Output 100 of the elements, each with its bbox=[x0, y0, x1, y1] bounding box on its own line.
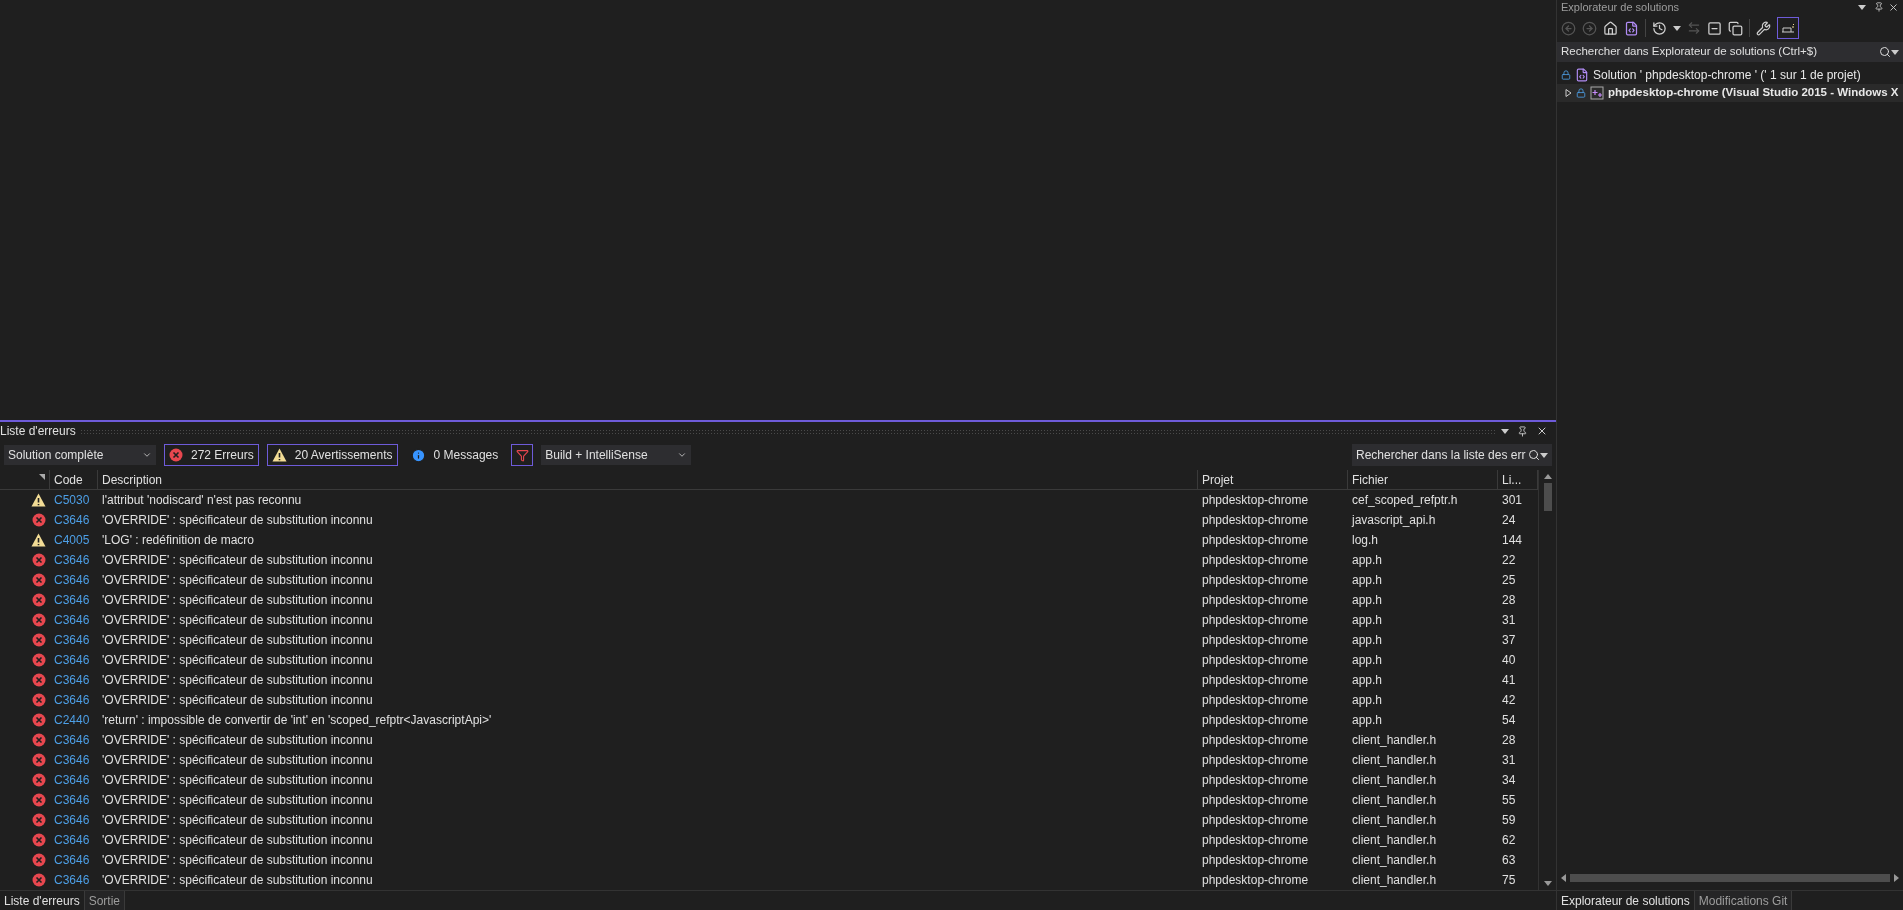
project-cell-text: phpdesktop-chrome bbox=[1201, 812, 1310, 829]
scrollbar-thumb[interactable] bbox=[1570, 874, 1890, 882]
error-code-link[interactable]: C3646 bbox=[50, 791, 98, 809]
search-field[interactable]: Rechercher dans la liste des err bbox=[1352, 444, 1552, 466]
solution-icon bbox=[1575, 68, 1589, 82]
caret-icon bbox=[142, 450, 152, 460]
error-code-link[interactable]: C3646 bbox=[50, 731, 98, 749]
project-cell-text: phpdesktop-chrome bbox=[1201, 592, 1310, 609]
scroll-down-arrow-icon[interactable] bbox=[1543, 881, 1552, 886]
column-header[interactable]: Fichier bbox=[1352, 470, 1388, 489]
error-code-link[interactable]: C3646 bbox=[50, 551, 98, 569]
error-code-link[interactable]: C3646 bbox=[50, 511, 98, 529]
file-cell-text: app.h bbox=[1351, 552, 1384, 569]
error-code-link[interactable]: C3646 bbox=[50, 811, 98, 829]
column-header[interactable]: Description bbox=[102, 470, 163, 489]
filter-icon bbox=[515, 448, 529, 462]
file-cell-text: client_handler.h bbox=[1351, 812, 1438, 829]
project-cell-text: phpdesktop-chrome bbox=[1201, 712, 1310, 729]
sort-icon[interactable] bbox=[39, 474, 45, 480]
scroll-up-arrow-icon[interactable] bbox=[1543, 474, 1552, 479]
description-cell-text: 'OVERRIDE' : spécificateur de substitution inconnu bbox=[101, 872, 374, 889]
preview-icon bbox=[1781, 23, 1795, 33]
error-code-link[interactable]: C3646 bbox=[50, 851, 98, 869]
line-cell-text: 31 bbox=[1501, 752, 1517, 769]
close-icon[interactable] bbox=[1888, 1, 1899, 13]
filter-toggle[interactable]: 20 Avertissements bbox=[266, 444, 398, 466]
file-cell-text: client_handler.h bbox=[1351, 752, 1438, 769]
error-code-link[interactable]: C3646 bbox=[50, 631, 98, 649]
preview-button[interactable] bbox=[1777, 17, 1799, 39]
file-cell-text: app.h bbox=[1351, 632, 1384, 649]
description-cell-text: l'attribut 'nodiscard' n'est pas reconnu bbox=[101, 492, 303, 509]
project-cell-text: phpdesktop-chrome bbox=[1201, 852, 1310, 869]
tree-item[interactable]: Solution ' phpdesktop-chrome ' (' 1 sur 1 de projet) bbox=[1593, 66, 1861, 84]
file-cell-text: app.h bbox=[1351, 652, 1384, 669]
line-cell-text: 34 bbox=[1501, 772, 1517, 789]
error-icon bbox=[169, 448, 183, 462]
pin-icon[interactable] bbox=[1517, 425, 1528, 437]
error-code-link[interactable]: C3646 bbox=[50, 751, 98, 769]
error-code-link[interactable]: C3646 bbox=[50, 611, 98, 629]
lock-icon bbox=[1561, 70, 1571, 80]
document-icon[interactable] bbox=[1624, 20, 1639, 36]
filter-toggle[interactable]: 272 Erreurs bbox=[164, 444, 259, 466]
scope-dropdown[interactable]: Solution complète bbox=[4, 445, 156, 465]
error-icon bbox=[32, 633, 46, 647]
line-cell-text: 54 bbox=[1501, 712, 1517, 729]
error-code-link[interactable]: C3646 bbox=[50, 771, 98, 789]
error-code-link[interactable]: C3646 bbox=[50, 571, 98, 589]
error-code-link[interactable]: C5030 bbox=[50, 491, 98, 509]
source-dropdown[interactable]: Build + IntelliSense bbox=[541, 445, 692, 465]
error-code-link[interactable]: C3646 bbox=[50, 651, 98, 669]
description-cell-text: 'OVERRIDE' : spécificateur de substitution inconnu bbox=[101, 772, 374, 789]
line-cell-text: 62 bbox=[1501, 832, 1517, 849]
error-code-link[interactable]: C3646 bbox=[50, 871, 98, 889]
error-code-link[interactable]: C3646 bbox=[50, 591, 98, 609]
collapse-all-icon[interactable] bbox=[1707, 20, 1722, 36]
wrench-icon[interactable] bbox=[1756, 20, 1771, 36]
line-cell-text: 37 bbox=[1501, 632, 1517, 649]
warning-icon bbox=[271, 448, 287, 462]
line-cell-text: 42 bbox=[1501, 692, 1517, 709]
line-cell-text: 55 bbox=[1501, 792, 1517, 809]
file-cell-text: log.h bbox=[1351, 532, 1380, 549]
project-cell-text: phpdesktop-chrome bbox=[1201, 692, 1310, 709]
filter-toggle[interactable]: 0 Messages bbox=[405, 444, 504, 466]
panel-tab[interactable]: Modifications Git bbox=[1694, 891, 1793, 910]
description-cell-text: 'OVERRIDE' : spécificateur de substitution inconnu bbox=[101, 752, 374, 769]
scroll-left-arrow-icon[interactable] bbox=[1561, 874, 1566, 882]
pin-icon[interactable] bbox=[1874, 2, 1884, 12]
error-code-link[interactable]: C3646 bbox=[50, 831, 98, 849]
file-cell-text: client_handler.h bbox=[1351, 832, 1438, 849]
line-cell-text: 25 bbox=[1501, 572, 1517, 589]
panel-tab[interactable]: Sortie bbox=[84, 891, 125, 910]
expand-arrow-icon[interactable] bbox=[1565, 89, 1572, 97]
file-cell-text: client_handler.h bbox=[1351, 732, 1438, 749]
home-icon[interactable] bbox=[1603, 20, 1618, 36]
description-cell-text: 'OVERRIDE' : spécificateur de substitution inconnu bbox=[101, 732, 374, 749]
lock-icon bbox=[1576, 88, 1586, 98]
description-cell-text: 'OVERRIDE' : spécificateur de substitution inconnu bbox=[101, 852, 374, 869]
column-header[interactable]: Code bbox=[54, 470, 83, 489]
description-cell-text: 'OVERRIDE' : spécificateur de substitution inconnu bbox=[101, 572, 374, 589]
error-icon bbox=[32, 613, 46, 627]
description-cell-text: 'OVERRIDE' : spécificateur de substitution inconnu bbox=[101, 812, 374, 829]
error-code-link[interactable]: C3646 bbox=[50, 671, 98, 689]
file-cell-text: client_handler.h bbox=[1351, 872, 1438, 889]
search-icon bbox=[1879, 46, 1891, 58]
error-code-link[interactable]: C4005 bbox=[50, 531, 98, 549]
scroll-right-arrow-icon[interactable] bbox=[1894, 874, 1899, 882]
filter-button[interactable] bbox=[511, 444, 534, 466]
project-cell-text: phpdesktop-chrome bbox=[1201, 512, 1310, 529]
project-cell-text: phpdesktop-chrome bbox=[1201, 552, 1310, 569]
copy-icon[interactable] bbox=[1728, 20, 1743, 36]
file-cell-text: app.h bbox=[1351, 672, 1384, 689]
history-icon[interactable] bbox=[1652, 20, 1667, 36]
error-code-link[interactable]: C2440 bbox=[50, 711, 98, 729]
column-header[interactable]: Projet bbox=[1202, 470, 1234, 489]
close-icon[interactable] bbox=[1536, 425, 1548, 437]
description-cell-text: 'OVERRIDE' : spécificateur de substitution inconnu bbox=[101, 632, 374, 649]
error-code-link[interactable]: C3646 bbox=[50, 691, 98, 709]
scrollbar-thumb[interactable] bbox=[1543, 483, 1552, 511]
column-header[interactable]: Li... bbox=[1502, 470, 1522, 489]
search-field[interactable]: Rechercher dans Explorateur de solutions (Ctrl+$) bbox=[1557, 42, 1903, 62]
